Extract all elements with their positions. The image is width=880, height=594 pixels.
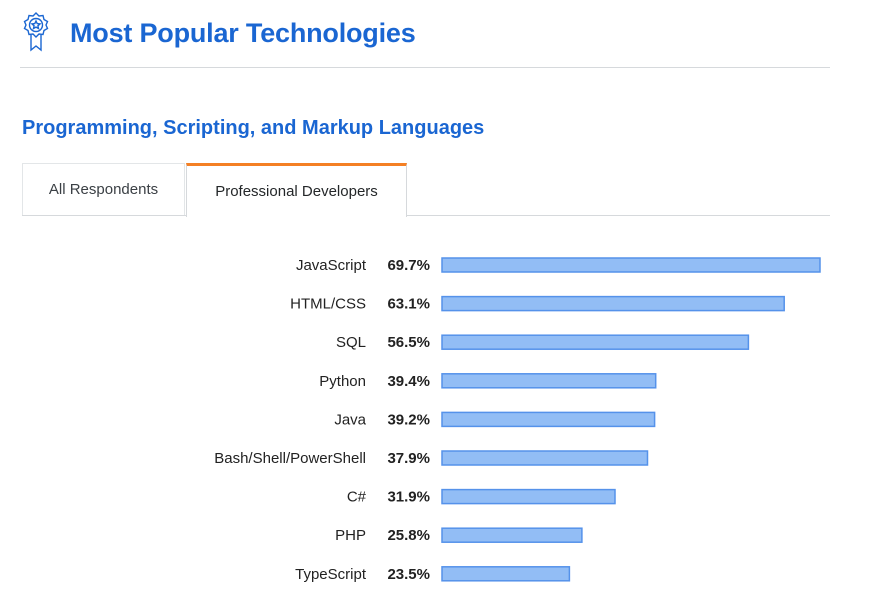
value-label-php: 25.8% — [387, 527, 430, 544]
category-label-c: C# — [347, 489, 367, 506]
tab-bar: All Respondents Professional Developers — [22, 163, 830, 217]
section-title: Programming, Scripting, and Markup Langu… — [22, 117, 485, 139]
tab-all-respondents[interactable]: All Respondents — [22, 163, 185, 215]
value-label-javascript: 69.7% — [387, 257, 430, 274]
bar-bash-shell-powershell — [441, 450, 649, 466]
category-label-html-css: HTML/CSS — [290, 296, 366, 313]
value-label-java: 39.2% — [387, 411, 430, 428]
category-label-python: Python — [319, 373, 366, 390]
category-label-bash-shell-powershell: Bash/Shell/PowerShell — [214, 450, 366, 467]
category-label-javascript: JavaScript — [296, 257, 367, 274]
bar-html-css — [441, 295, 785, 312]
tab-bar-divider — [22, 215, 830, 216]
badge-icon — [23, 12, 49, 52]
page-title: Most Popular Technologies — [70, 18, 416, 48]
bar-php — [441, 527, 583, 543]
value-label-html-css: 63.1% — [387, 296, 430, 313]
value-label-sql: 56.5% — [387, 334, 430, 351]
value-label-typescript: 23.5% — [387, 566, 430, 583]
category-label-sql: SQL — [336, 334, 366, 351]
category-label-php: PHP — [335, 527, 366, 544]
category-label-java: Java — [334, 411, 366, 428]
category-label-typescript: TypeScript — [295, 566, 367, 583]
bar-javascript — [441, 257, 821, 273]
tab-professional-developers[interactable]: Professional Developers — [186, 163, 407, 217]
bar-chart: JavaScript 69.7% HTML/CSS 63.1% SQL 56.5% Pyth… — [214, 257, 821, 583]
value-label-python: 39.4% — [387, 373, 430, 390]
bar-java — [441, 411, 656, 428]
value-label-c: 31.9% — [387, 489, 430, 506]
bar-c — [441, 488, 616, 505]
bar-typescript — [441, 566, 571, 582]
page-header: Most Popular Technologies — [20, 10, 830, 60]
value-label-bash-shell-powershell: 37.9% — [387, 450, 430, 467]
bar-python — [441, 373, 657, 389]
bar-sql — [441, 334, 750, 350]
header-divider — [20, 67, 830, 68]
